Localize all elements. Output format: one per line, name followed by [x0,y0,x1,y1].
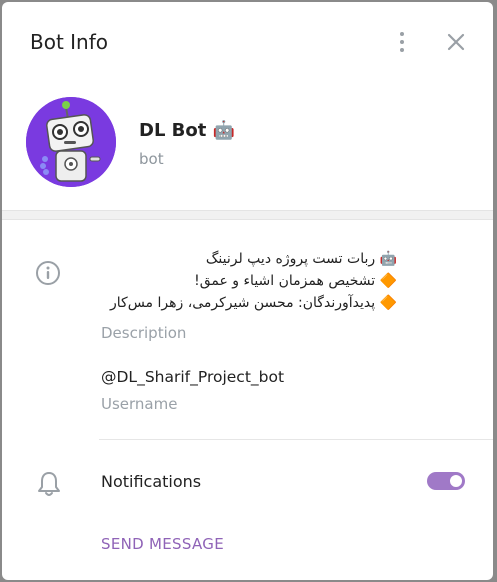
toggle-knob [448,473,464,489]
robot-avatar-icon[interactable] [26,97,116,187]
username-label: Username [101,395,178,413]
username-value[interactable]: @DL_Sharif_Project_bot [101,368,284,386]
robot-emoji-icon: 🤖 [212,120,236,141]
bot-name: DL Bot 🤖 [139,120,235,141]
description-line: 🤖 ربات تست پروژه دیپ لرنینگ [205,251,397,267]
menu-dot [400,40,404,44]
section-divider [2,210,493,220]
menu-dot [400,48,404,52]
dialog-title: Bot Info [30,30,109,54]
bot-description: 🤖 ربات تست پروژه دیپ لرنینگ 🔶 تشخیص همزم… [97,248,397,314]
more-vertical-icon[interactable] [390,26,414,58]
notifications-label: Notifications [101,472,202,491]
bot-subtitle: bot [139,150,164,168]
description-line: 🔶 تشخیص همزمان اشیاء و عمق! [194,273,397,289]
bell-icon [36,470,62,498]
dialog-header: Bot Info [2,2,493,82]
notifications-toggle[interactable] [427,472,465,490]
close-icon[interactable] [442,28,470,56]
menu-dot [400,32,404,36]
description-line: 🔶 پدیدآورندگان: محسن شیرکرمی، زهرا مس‌کا… [110,295,397,311]
profile-section: DL Bot 🤖 bot [2,82,493,210]
description-label: Description [101,324,187,342]
bot-name-text: DL Bot [139,120,207,141]
bot-info-dialog: Bot Info DL Bot 🤖 bot 🤖 ربات تست پروژه د… [2,2,493,580]
info-icon [35,260,61,286]
separator [99,439,493,440]
send-message-button[interactable]: SEND MESSAGE [101,535,224,553]
